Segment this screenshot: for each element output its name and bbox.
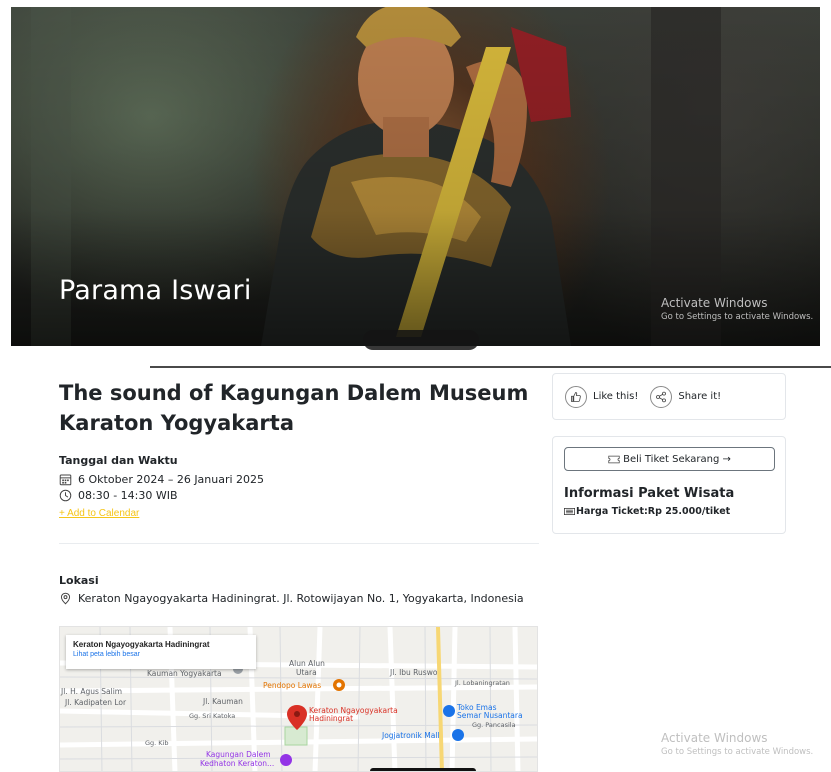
watermark-subtitle-bottom: Go to Settings to activate Windows. — [661, 747, 814, 757]
hero-title: Parama Iswari — [59, 275, 252, 306]
event-details: The sound of Kagungan Dalem Museum Karat… — [59, 378, 539, 605]
map-label-kauman-yogyakarta: Kauman Yogyakarta — [147, 669, 222, 678]
address-row: Keraton Ngayogyakarta Hadiningrat. Jl. R… — [59, 592, 539, 605]
social-actions-card: Like this! Share it! — [552, 373, 786, 420]
like-label: Like this! — [593, 391, 639, 402]
watermark-title-bottom: Activate Windows — [661, 731, 768, 745]
view-larger-map-link[interactable]: Lihat peta lebih besar — [73, 651, 249, 658]
map-card-title: Keraton Ngayogyakarta Hadiningrat — [73, 640, 210, 649]
share-button[interactable]: Share it! — [650, 385, 722, 408]
like-button[interactable]: Like this! — [565, 385, 639, 408]
content-divider — [59, 543, 539, 544]
ticket-card: Beli Tiket Sekarang → Informasi Paket Wi… — [552, 436, 786, 534]
map-label-utara: Utara — [296, 668, 317, 677]
map-label-kauman-street: Jl. Kauman — [203, 697, 243, 706]
package-info-title: Informasi Paket Wisata — [564, 486, 735, 501]
map-label-alun-alun: Alun Alun — [289, 659, 325, 668]
add-to-calendar-link[interactable]: + Add to Calendar — [59, 508, 139, 519]
ticket-price-icon — [564, 508, 575, 515]
thumbs-up-icon — [565, 385, 587, 408]
map-label-agus-salim: Jl. H. Agus Salim — [61, 687, 123, 696]
map-info-card: Keraton Ngayogyakarta Hadiningrat Lihat … — [66, 635, 256, 669]
map-label-ibu-ruswo: Jl. Ibu Ruswo — [390, 668, 438, 677]
time-row: 08:30 - 14:30 WIB — [59, 489, 539, 502]
map-label-semar-nusantara: Semar Nusantara — [457, 711, 523, 720]
location-pin-icon — [59, 592, 72, 605]
map-label-pendopo: Pendopo Lawas — [263, 681, 322, 690]
clock-icon — [59, 489, 72, 502]
date-range: 6 Oktober 2024 – 26 Januari 2025 — [78, 473, 265, 486]
ticket-price: Harga Ticket:Rp 25.000/tiket — [564, 506, 774, 517]
watermark-title: Activate Windows — [661, 296, 768, 310]
address-text: Keraton Ngayogyakarta Hadiningrat. Jl. R… — [78, 592, 524, 605]
location-heading: Lokasi — [59, 574, 99, 587]
map-label-sri-katoka: Gg. Sri Katoka — [189, 712, 236, 720]
map-label-lobaningratan: Jl. Lobaningratan — [455, 679, 510, 687]
ticket-price-label: Harga Ticket:Rp 25.000/tiket — [576, 506, 731, 517]
ticket-icon — [608, 455, 620, 463]
media-controls[interactable] — [363, 330, 479, 350]
buy-ticket-button[interactable]: Beli Tiket Sekarang → — [564, 447, 775, 471]
map-label-keraton-2: Hadiningrat — [309, 714, 354, 723]
share-icon — [650, 385, 673, 408]
page-title: The sound of Kagungan Dalem Museum Karat… — [59, 381, 529, 435]
buy-ticket-label: Beli Tiket Sekarang → — [623, 453, 731, 465]
date-row: 6 Oktober 2024 – 26 Januari 2025 — [59, 473, 539, 486]
map-label-kib: Gg. Kib — [145, 739, 169, 747]
map-label-kagungan-1: Kagungan Dalem — [206, 750, 271, 759]
time-range: 08:30 - 14:30 WIB — [78, 489, 178, 502]
calendar-icon — [59, 473, 72, 486]
section-divider — [150, 366, 831, 368]
datetime-heading: Tanggal dan Waktu — [59, 454, 178, 467]
map-label-kagungan-2: Kedhaton Keraton... — [200, 759, 275, 768]
map-label-pancasila: Gg. Pancasila — [472, 721, 516, 729]
map-label-jogjatronik: Jogjatronik Mall — [382, 731, 440, 740]
watermark-subtitle: Go to Settings to activate Windows. — [661, 312, 814, 322]
map-label-kadipaten: Jl. Kadipaten Lor — [65, 698, 127, 707]
share-label: Share it! — [678, 391, 722, 402]
hero-banner: Parama Iswari Activate Windows Go to Set… — [11, 7, 820, 346]
activate-windows-watermark-bottom: Activate Windows Go to Settings to activ… — [661, 731, 813, 757]
location-map[interactable]: Keraton Ngayogyakarta Hadiningrat Lihat … — [59, 626, 538, 772]
activate-windows-watermark: Activate Windows Go to Settings to activ… — [661, 296, 813, 322]
